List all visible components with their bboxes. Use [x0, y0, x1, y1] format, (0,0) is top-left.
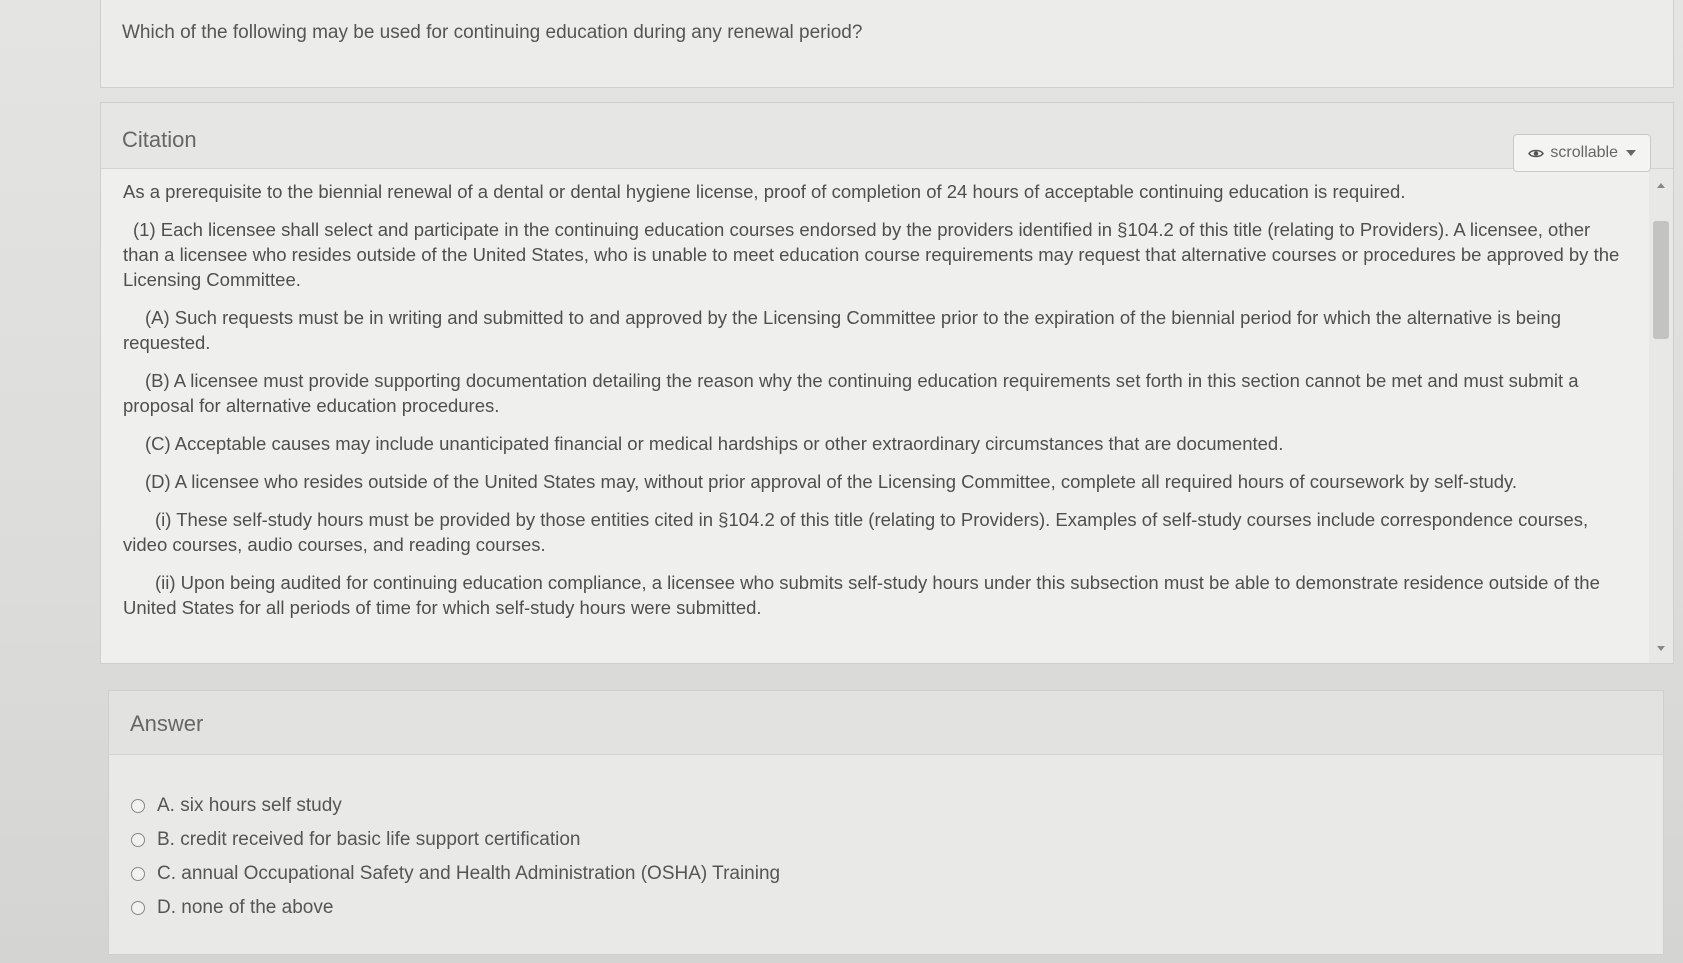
- radio-button[interactable]: [131, 833, 145, 847]
- answer-option-a[interactable]: A. six hours self study: [131, 789, 780, 823]
- answer-option-label: C. annual Occupational Safety and Health…: [157, 863, 781, 884]
- citation-paragraph: (1) Each licensee shall select and parti…: [123, 219, 1620, 290]
- answer-options: A. six hours self study B. credit receiv…: [131, 789, 780, 925]
- caret-down-icon: [1626, 150, 1636, 156]
- citation-paragraph: As a prerequisite to the biennial renewa…: [123, 181, 1406, 202]
- scrollable-toggle-label: scrollable: [1550, 144, 1618, 161]
- scroll-up-arrow-icon[interactable]: [1657, 183, 1665, 188]
- answer-panel: Answer A. six hours self study B. credit…: [108, 690, 1664, 955]
- answer-header: Answer: [109, 691, 1663, 755]
- radio-button[interactable]: [131, 799, 145, 813]
- citation-paragraph: (D) A licensee who resides outside of th…: [145, 471, 1518, 492]
- eye-icon: [1528, 148, 1545, 159]
- citation-title: Citation: [122, 127, 197, 152]
- citation-paragraph: (i) These self-study hours must be provi…: [123, 509, 1589, 555]
- citation-header: Citation: [101, 103, 1673, 169]
- citation-panel: Citation scrollable As a prerequisite to…: [100, 102, 1674, 664]
- question-card: Which of the following may be used for c…: [100, 0, 1674, 88]
- radio-button[interactable]: [131, 901, 145, 915]
- answer-option-d[interactable]: D. none of the above: [131, 891, 780, 925]
- answer-option-label: A. six hours self study: [157, 795, 342, 816]
- page: Which of the following may be used for c…: [0, 0, 1683, 963]
- answer-option-label: B. credit received for basic life suppor…: [157, 829, 581, 850]
- citation-paragraph: (A) Such requests must be in writing and…: [123, 307, 1562, 353]
- answer-option-b[interactable]: B. credit received for basic life suppor…: [131, 823, 780, 857]
- answer-option-label: D. none of the above: [157, 897, 334, 918]
- question-text: Which of the following may be used for c…: [122, 22, 863, 43]
- radio-button[interactable]: [131, 867, 145, 881]
- citation-scrollbar[interactable]: [1649, 169, 1673, 663]
- answer-title: Answer: [130, 711, 204, 736]
- citation-paragraph: (ii) Upon being audited for continuing e…: [123, 572, 1600, 618]
- scroll-down-arrow-icon[interactable]: [1657, 646, 1665, 651]
- scrollable-toggle-button[interactable]: scrollable: [1513, 134, 1651, 172]
- citation-paragraph: (C) Acceptable causes may include unanti…: [145, 433, 1284, 454]
- citation-paragraph: (B) A licensee must provide supporting d…: [123, 370, 1579, 416]
- citation-body[interactable]: As a prerequisite to the biennial renewa…: [101, 169, 1649, 663]
- scrollbar-thumb[interactable]: [1653, 221, 1669, 339]
- answer-option-c[interactable]: C. annual Occupational Safety and Health…: [131, 857, 780, 891]
